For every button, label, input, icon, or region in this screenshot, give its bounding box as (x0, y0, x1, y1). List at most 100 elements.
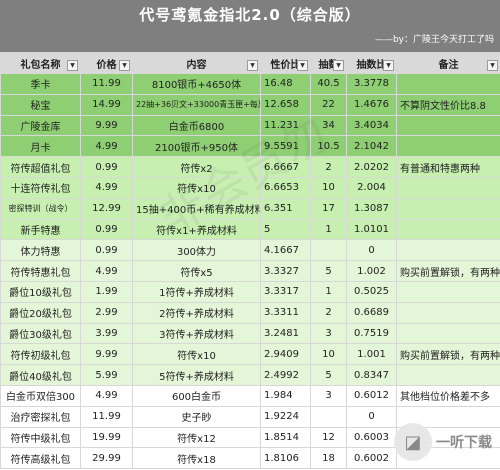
cell-draws: 1 (310, 280, 347, 303)
cell-draw-ratio: 0.7519 (346, 322, 397, 345)
logo-text: 一听下载 (436, 435, 492, 451)
cell-name: 密探特训（战令） (0, 197, 81, 220)
cell-note (396, 114, 500, 137)
cell-note (396, 218, 500, 241)
cell-note (396, 197, 500, 220)
cell-draws: 18 (310, 447, 347, 470)
cell-content: 2100银币+950体 (132, 135, 261, 158)
cell-name: 体力特惠 (0, 239, 81, 262)
cell-draw-ratio: 2.1042 (346, 135, 397, 158)
table-row: 符传超值礼包 0.99 符传x2 6.6667 2 2.0202 有普通和特惠两种 (0, 156, 500, 178)
cell-draws: 17 (310, 197, 347, 220)
filter-dropdown-icon[interactable]: ▼ (333, 60, 344, 71)
cell-content: 600白金币 (132, 384, 261, 407)
cell-draw-ratio: 2.0202 (346, 156, 397, 178)
table-header-row: 礼包名称 ▼ 价格 ▼ 内容 ▼ 性价比 ▼ 抽数 ▼ 抽数比 ▼ 备注 ▼ (0, 52, 500, 74)
column-header-value-ratio: 性价比 ▼ (260, 52, 311, 74)
cell-price: 4.99 (80, 135, 133, 158)
cell-draws: 2 (310, 156, 347, 178)
cell-content: 符传x1+养成材料 (132, 218, 261, 241)
cell-content: 符传x2 (132, 156, 261, 178)
filter-dropdown-icon[interactable]: ▼ (297, 60, 308, 71)
cell-note (396, 239, 500, 262)
cell-price: 9.99 (80, 114, 133, 137)
site-logo: ◪ 一听下载 (394, 418, 496, 466)
column-header-price: 价格 ▼ (80, 52, 133, 74)
column-header-name: 礼包名称 ▼ (0, 52, 81, 74)
cell-note (396, 135, 500, 158)
cell-value-ratio: 2.4992 (260, 364, 311, 386)
cell-draw-ratio: 2.004 (346, 176, 397, 199)
cell-note: 不算阴文性价比8.8 (396, 93, 500, 116)
cell-name: 十连符传礼包 (0, 176, 81, 199)
cell-price: 12.99 (80, 197, 133, 220)
column-header-note: 备注 ▼ (396, 52, 500, 74)
cell-draw-ratio: 0 (346, 405, 397, 428)
cell-value-ratio: 9.5591 (260, 135, 311, 158)
cell-name: 符传中级礼包 (0, 426, 81, 449)
cell-note: 有普通和特惠两种 (396, 156, 500, 178)
cell-draws: 2 (310, 301, 347, 324)
cell-draw-ratio: 1.3087 (346, 197, 397, 220)
filter-dropdown-icon[interactable]: ▼ (247, 60, 258, 71)
cell-draw-ratio: 0.6012 (346, 384, 397, 407)
cell-draws: 1 (310, 218, 347, 241)
cell-content: 1符传+养成材料 (132, 280, 261, 303)
cell-name: 季卡 (0, 73, 81, 95)
cell-price: 19.99 (80, 426, 133, 449)
cell-draw-ratio: 0.6003 (346, 426, 397, 449)
cell-note (396, 280, 500, 303)
cell-content: 符传x18 (132, 447, 261, 470)
cell-value-ratio: 2.9409 (260, 343, 311, 366)
cell-name: 月卡 (0, 135, 81, 158)
cell-content: 2符传+养成材料 (132, 301, 261, 324)
cell-value-ratio: 1.8106 (260, 447, 311, 470)
table-row: 体力特惠 0.99 300体力 4.1667 0 (0, 239, 500, 262)
column-header-label: 备注 (438, 59, 459, 71)
cell-price: 1.99 (80, 280, 133, 303)
cell-value-ratio: 1.9224 (260, 405, 311, 428)
cell-value-ratio: 12.658 (260, 93, 311, 116)
cell-price: 14.99 (80, 93, 133, 116)
cell-price: 3.99 (80, 322, 133, 345)
cell-draw-ratio: 0.5025 (346, 280, 397, 303)
cell-note (396, 301, 500, 324)
filter-dropdown-icon[interactable]: ▼ (119, 60, 130, 71)
cell-draws: 5 (310, 260, 347, 282)
column-header-label: 抽数比 (356, 59, 387, 71)
cell-price: 9.99 (80, 343, 133, 366)
filter-dropdown-icon[interactable]: ▼ (383, 60, 394, 71)
cell-draws: 3 (310, 322, 347, 345)
cell-draw-ratio: 1.002 (346, 260, 397, 282)
cell-draws: 5 (310, 364, 347, 386)
cell-draw-ratio: 0.8347 (346, 364, 397, 386)
cell-price: 0.99 (80, 156, 133, 178)
cell-name: 爵位20级礼包 (0, 301, 81, 324)
cell-value-ratio: 3.2481 (260, 322, 311, 345)
cell-name: 治疗密探礼包 (0, 405, 81, 428)
cell-value-ratio: 3.3327 (260, 260, 311, 282)
column-header-label: 内容 (186, 59, 207, 71)
cell-content: 22抽+36贝文+33000青玉匣+每夏筹 (132, 93, 261, 116)
cell-price: 2.99 (80, 301, 133, 324)
cell-value-ratio: 4.1667 (260, 239, 311, 262)
cell-draws: 12 (310, 426, 347, 449)
table-row: 符传初级礼包 9.99 符传x10 2.9409 10 1.001 购买前置解锁，有两种 (0, 343, 500, 366)
cell-note (396, 73, 500, 95)
cell-name: 爵位40级礼包 (0, 364, 81, 386)
cell-draws: 40.5 (310, 73, 347, 95)
table-row: 月卡 4.99 2100银币+950体 9.5591 10.5 2.1042 (0, 135, 500, 158)
cell-name: 爵位30级礼包 (0, 322, 81, 345)
cell-value-ratio: 6.6653 (260, 176, 311, 199)
cell-name: 白金币双倍300 (0, 384, 81, 407)
cell-content: 符传x5 (132, 260, 261, 282)
cell-draw-ratio: 1.4676 (346, 93, 397, 116)
filter-dropdown-icon[interactable]: ▼ (487, 60, 498, 71)
filter-dropdown-icon[interactable]: ▼ (67, 60, 78, 71)
cell-value-ratio: 3.3317 (260, 280, 311, 303)
column-header-label: 价格 (96, 59, 117, 71)
cell-draws: 10.5 (310, 135, 347, 158)
table-row: 新手特惠 0.99 符传x1+养成材料 5 1 1.0101 (0, 218, 500, 241)
cell-name: 爵位10级礼包 (0, 280, 81, 303)
cell-draws: 10 (310, 176, 347, 199)
